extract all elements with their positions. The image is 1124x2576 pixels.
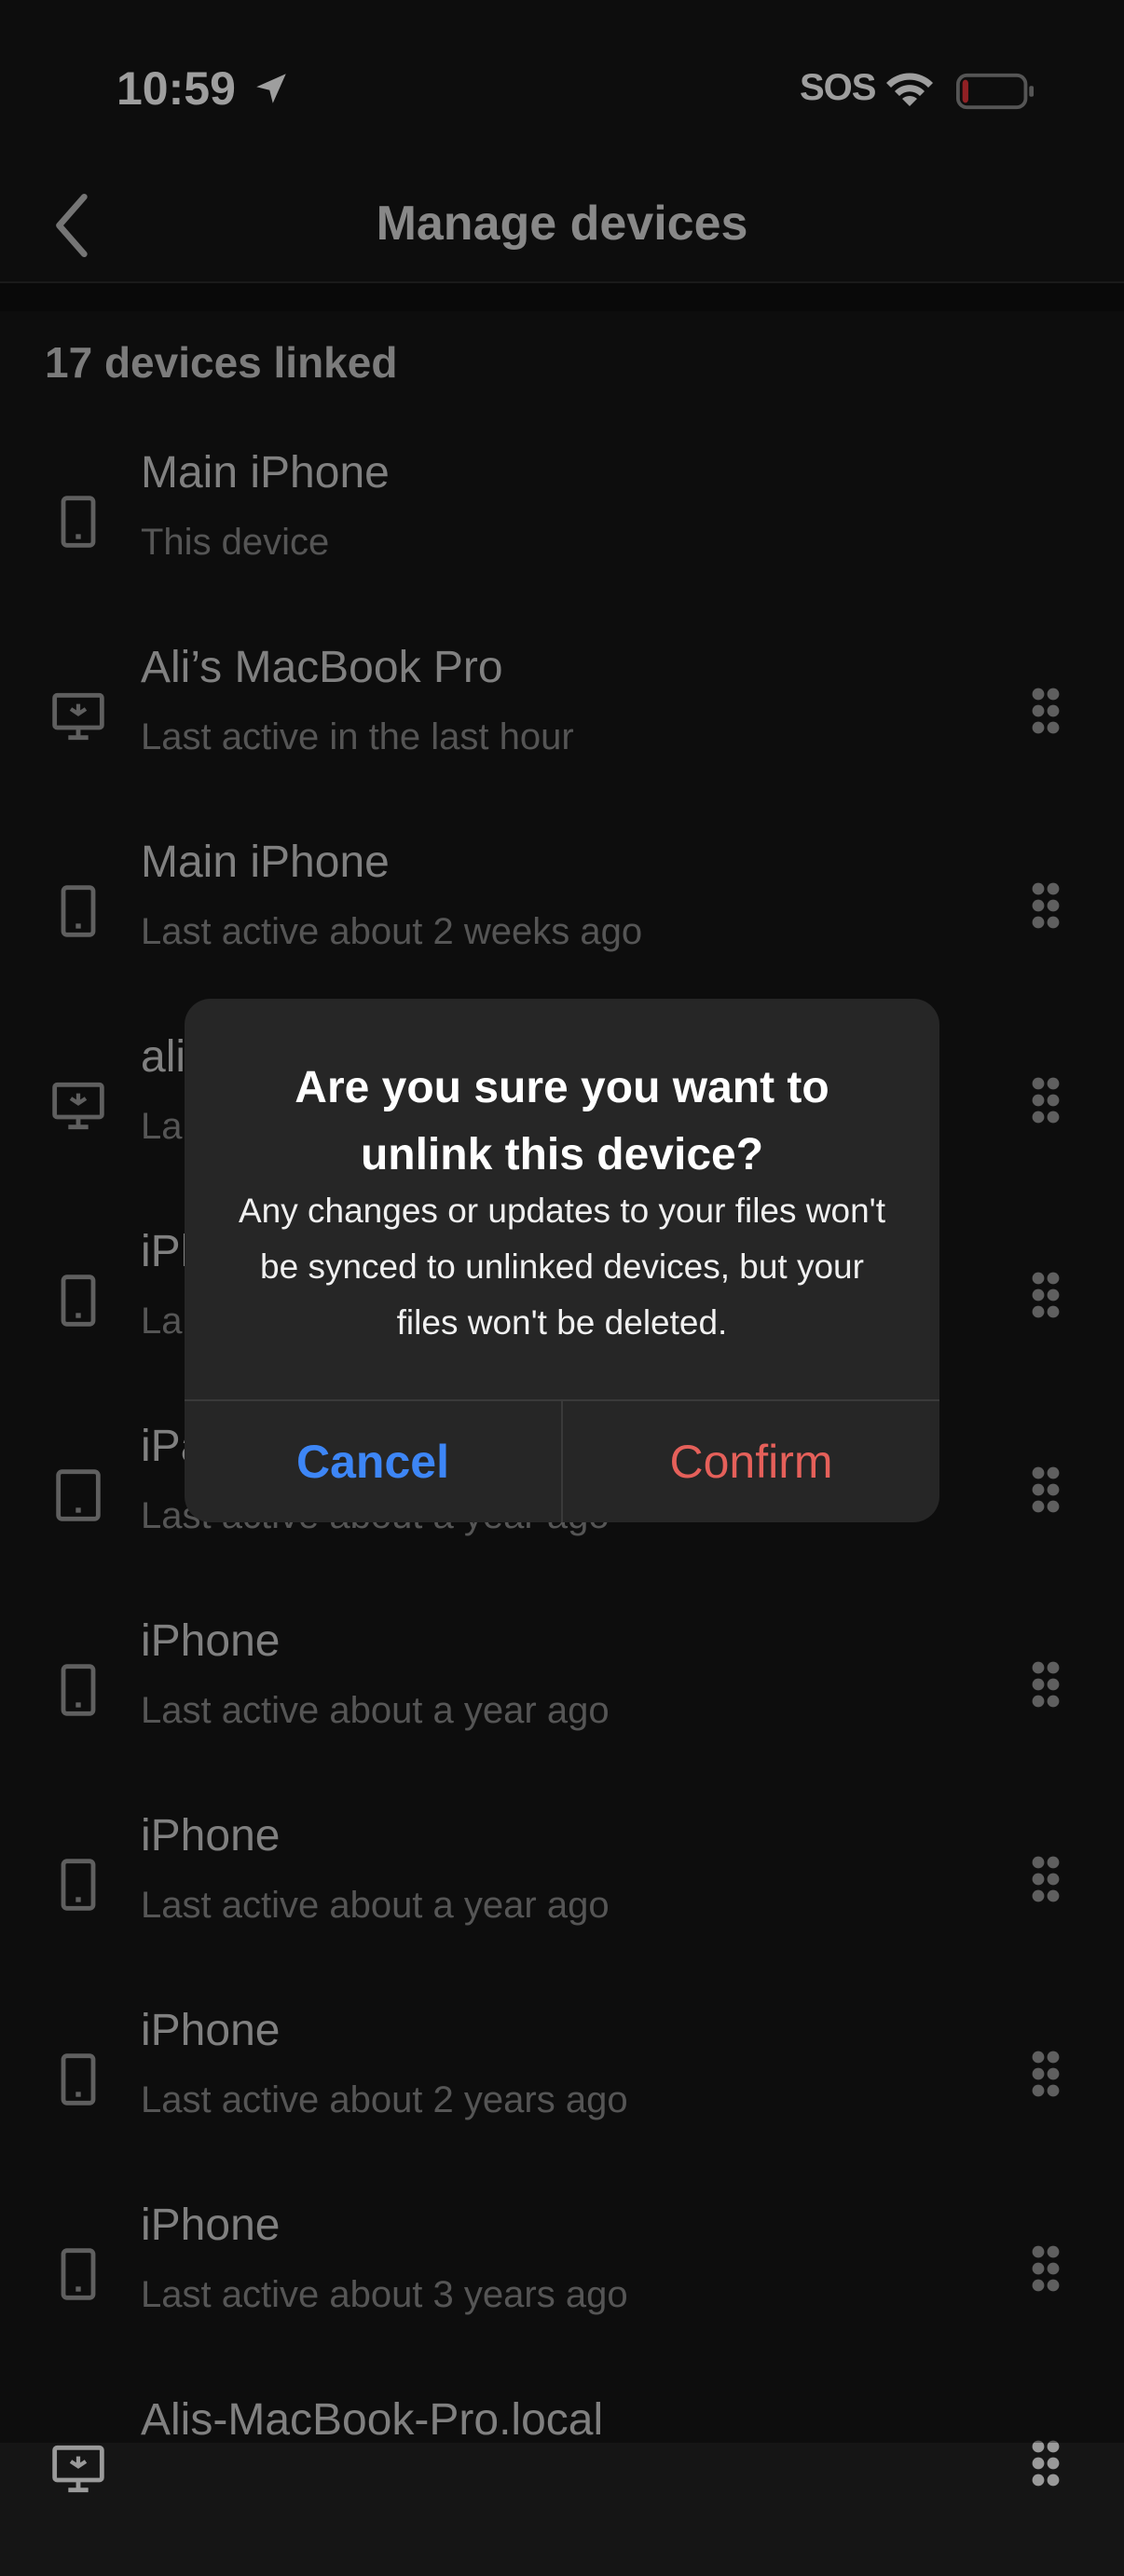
desktop-icon — [48, 2439, 108, 2499]
dialog-title: Are you sure you want to unlink this dev… — [295, 1063, 829, 1179]
unlink-confirm-dialog: Are you sure you want to unlink this dev… — [185, 999, 939, 1522]
confirm-button[interactable]: Confirm — [563, 1401, 939, 1522]
dialog-message: Any changes or updates to your files won… — [238, 1192, 886, 1342]
cancel-button[interactable]: Cancel — [185, 1401, 561, 1522]
drag-handle-icon[interactable] — [1031, 2439, 1061, 2487]
